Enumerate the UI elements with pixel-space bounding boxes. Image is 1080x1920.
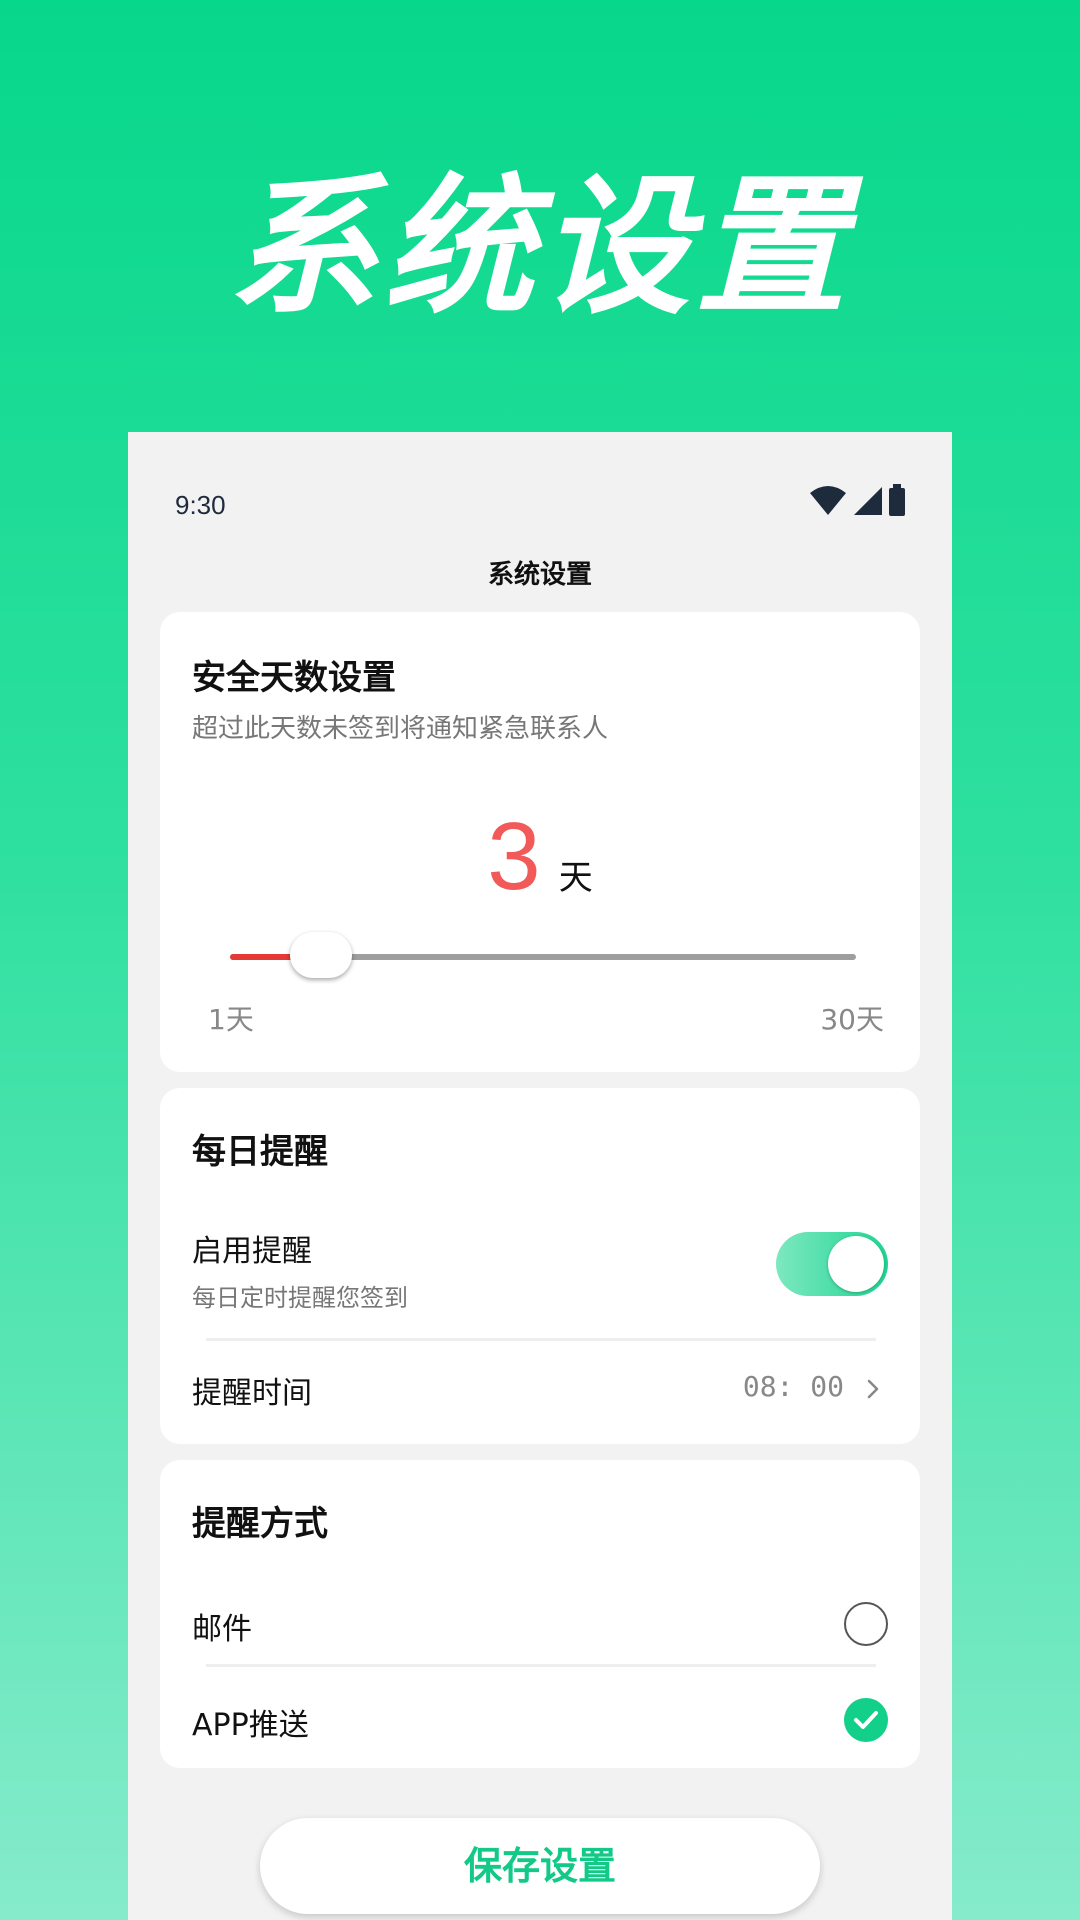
- status-icons: [810, 482, 906, 518]
- slider-max-label: 30天: [820, 1003, 884, 1036]
- reminder-time-row[interactable]: 提醒时间 08: 00: [160, 1354, 920, 1426]
- reminder-time-value: 08: 00: [742, 1370, 844, 1403]
- enable-reminder-subtitle: 每日定时提醒您签到: [192, 1284, 408, 1312]
- wifi-icon: [810, 486, 846, 515]
- check-icon: [854, 1711, 878, 1729]
- divider: [206, 1338, 876, 1341]
- reminder-method-title: 提醒方式: [192, 1504, 328, 1544]
- days-number: 3: [487, 803, 541, 910]
- days-slider[interactable]: [230, 932, 856, 978]
- safety-days-subtitle: 超过此天数未签到将通知紧急联系人: [192, 714, 609, 744]
- reminder-time-label: 提醒时间: [192, 1376, 312, 1411]
- save-settings-button[interactable]: 保存设置: [260, 1818, 820, 1914]
- days-unit: 天: [558, 859, 593, 897]
- enable-reminder-label: 启用提醒: [192, 1234, 312, 1269]
- status-time: 9:30: [175, 490, 226, 520]
- email-radio[interactable]: [844, 1602, 888, 1646]
- hero-title: 系统设置: [227, 161, 852, 335]
- signal-icon: [854, 487, 882, 515]
- option-email-label: 邮件: [192, 1612, 252, 1647]
- phone-screen: 9:30 系统设置 安全天数设置 超过此天数未签到将通知紧急联系人 3天 1天 …: [128, 432, 952, 1920]
- safety-days-card: 安全天数设置 超过此天数未签到将通知紧急联系人 3天 1天 30天: [160, 612, 920, 1072]
- daily-reminder-card: 每日提醒 启用提醒 每日定时提醒您签到 提醒时间 08: 00: [160, 1088, 920, 1444]
- daily-reminder-title: 每日提醒: [192, 1132, 328, 1172]
- slider-min-label: 1天: [208, 1003, 254, 1036]
- chevron-right-icon: [867, 1379, 879, 1399]
- app-push-radio[interactable]: [844, 1698, 888, 1742]
- toggle-knob: [828, 1236, 884, 1292]
- divider: [206, 1664, 876, 1667]
- battery-icon: [889, 484, 905, 516]
- option-app-push-label: APP推送: [192, 1708, 309, 1743]
- page-title: 系统设置: [487, 560, 592, 590]
- status-bar: 9:30: [128, 432, 952, 542]
- reminder-method-card: 提醒方式 邮件 APP推送: [160, 1460, 920, 1768]
- slider-thumb[interactable]: [290, 932, 353, 978]
- option-email-row[interactable]: 邮件: [160, 1588, 920, 1660]
- option-app-push-row[interactable]: APP推送: [160, 1684, 920, 1756]
- safety-days-title: 安全天数设置: [192, 658, 396, 698]
- days-display: 3天: [160, 802, 920, 912]
- enable-reminder-toggle[interactable]: [776, 1232, 888, 1296]
